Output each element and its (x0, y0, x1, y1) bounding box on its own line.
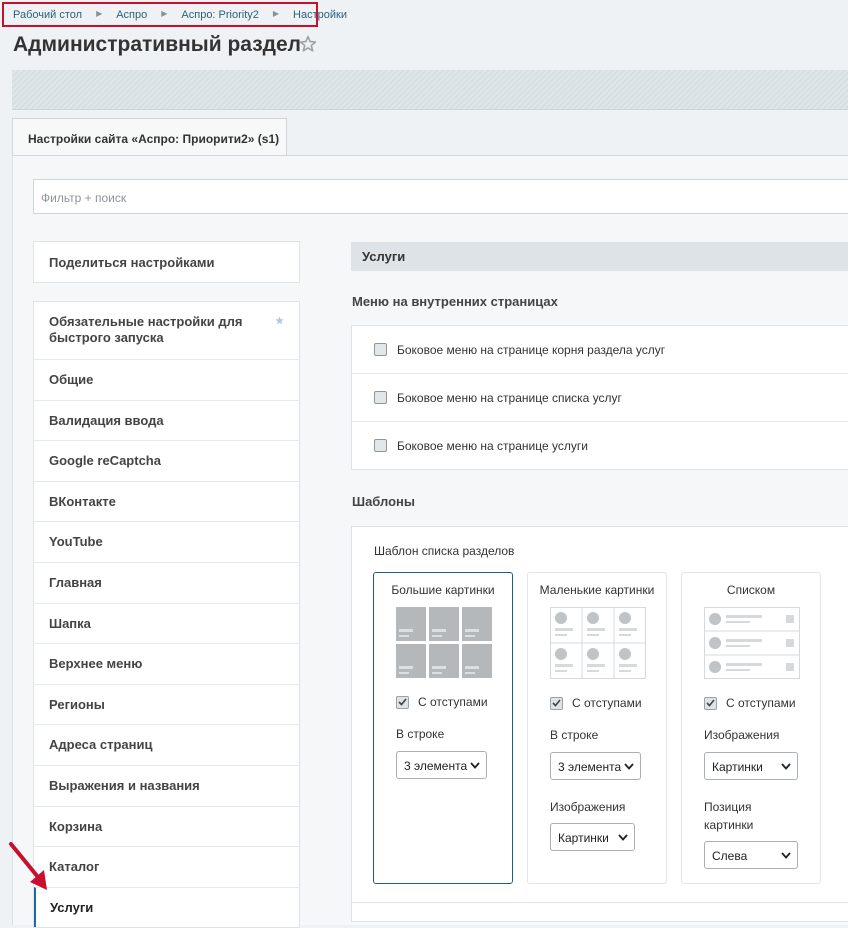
select-value: Слева (712, 849, 748, 863)
list-preview-icon (704, 607, 800, 679)
image-position-select[interactable]: Слева (704, 841, 798, 869)
padding-option[interactable]: С отступами (704, 696, 796, 710)
menu-item-label: Обязательные настройки для быстрого запу… (49, 314, 243, 345)
menu-item-catalog[interactable]: Каталог (34, 846, 299, 887)
checkbox-checked-icon[interactable] (704, 696, 717, 710)
chevron-down-icon (618, 834, 628, 841)
menu-item-recaptcha[interactable]: Google reCaptcha (34, 440, 299, 481)
option-detail-side-menu[interactable]: Боковое меню на странице услуги (352, 421, 848, 469)
chevron-down-icon (624, 763, 634, 770)
padding-label: С отступами (418, 695, 488, 709)
select-value: 3 элемента (404, 759, 468, 773)
big-images-preview-icon (396, 607, 492, 678)
menu-item-general[interactable]: Общие (34, 359, 299, 400)
images-select[interactable]: Картинки (704, 752, 798, 780)
checkbox[interactable] (374, 343, 387, 356)
card-title: Списком (726, 583, 776, 597)
menu-item-services[interactable]: Услуги (34, 886, 299, 928)
card-title: Большие картинки (391, 583, 495, 597)
share-settings-button[interactable]: Поделиться настройками (33, 241, 300, 283)
red-arrow-icon (9, 842, 47, 890)
image-position-label: Позиция картинки (704, 800, 754, 832)
row-count-select[interactable]: 3 элемента (550, 752, 641, 780)
menu-item-top-menu[interactable]: Верхнее меню (34, 643, 299, 684)
page-title: Административный раздел (13, 33, 302, 56)
menu-item-header[interactable]: Шапка (34, 602, 299, 644)
images-select[interactable]: Картинки (550, 823, 635, 851)
template-card-big-images[interactable]: Большие картинки С отступами В строке 3 … (373, 572, 513, 884)
padding-option[interactable]: С отступами (550, 696, 642, 710)
menu-item-page-urls[interactable]: Адреса страниц (34, 724, 299, 765)
padding-option[interactable]: С отступами (396, 695, 488, 709)
menu-subheading: Меню на внутренних страницах (352, 294, 558, 309)
menu-item-main[interactable]: Главная (34, 561, 299, 603)
settings-menu: Обязательные настройки для быстрого запу… (33, 301, 300, 928)
select-value: Картинки (558, 831, 609, 845)
checkbox[interactable] (374, 439, 387, 452)
menu-options-box: Боковое меню на странице корня раздела у… (351, 325, 848, 470)
select-value: Картинки (712, 760, 763, 774)
images-label: Изображения (704, 728, 780, 742)
breadcrumb-item-desktop[interactable]: Рабочий стол (13, 9, 82, 21)
padding-label: С отступами (726, 696, 796, 710)
pin-star-icon (275, 316, 284, 325)
option-label: Боковое меню на странице корня раздела у… (397, 342, 666, 357)
menu-item-vkontakte[interactable]: ВКонтакте (34, 480, 299, 522)
option-list-side-menu[interactable]: Боковое меню на странице списка услуг (352, 373, 848, 421)
padding-label: С отступами (572, 696, 642, 710)
section-header-services: Услуги (351, 242, 848, 271)
images-label: Изображения (550, 800, 626, 814)
star-icon[interactable] (298, 34, 318, 54)
breadcrumb-separator-icon: ▶ (96, 9, 103, 18)
menu-item-youtube[interactable]: YouTube (34, 521, 299, 562)
option-label: Боковое меню на странице услуги (397, 438, 588, 453)
chevron-down-icon (781, 852, 791, 859)
breadcrumb-separator-icon: ▶ (272, 9, 280, 18)
next-section-box (351, 902, 848, 922)
breadcrumb-separator-icon: ▶ (161, 9, 168, 18)
chevron-down-icon (470, 762, 480, 769)
filter-search-input[interactable]: Фильтр + поиск (33, 179, 848, 214)
template-list-label: Шаблон списка разделов (374, 544, 515, 558)
card-title: Маленькие картинки (539, 583, 655, 597)
menu-item-regions[interactable]: Регионы (34, 683, 299, 725)
checkbox[interactable] (374, 391, 387, 404)
breadcrumb: Рабочий стол ▶ Аспро ▶ Аспро: Priority2 … (2, 2, 347, 27)
checkbox-checked-icon[interactable] (396, 695, 409, 709)
breadcrumb-item-priority2[interactable]: Аспро: Priority2 (181, 9, 258, 21)
tab-site-settings[interactable]: Настройки сайта «Аспро: Приорити2» (s1) (12, 118, 287, 155)
small-images-preview-icon (550, 607, 646, 679)
menu-item-cart[interactable]: Корзина (34, 805, 299, 847)
template-card-list[interactable]: Списком С отступами Изображения Картинки… (681, 572, 821, 884)
menu-item-validation[interactable]: Валидация ввода (34, 399, 299, 441)
templates-subheading: Шаблоны (352, 494, 415, 509)
breadcrumb-item-aspro[interactable]: Аспро (116, 9, 147, 21)
breadcrumb-item-settings[interactable]: Настройки (293, 9, 347, 21)
toolbar-band (12, 70, 848, 110)
row-count-label: В строке (396, 727, 445, 741)
menu-item-phrases[interactable]: Выражения и названия (34, 764, 299, 806)
select-value: 3 элемента (558, 760, 622, 774)
row-count-label: В строке (550, 728, 599, 742)
option-label: Боковое меню на странице списка услуг (397, 390, 622, 405)
option-root-side-menu[interactable]: Боковое меню на странице корня раздела у… (352, 326, 848, 373)
row-count-select[interactable]: 3 элемента (396, 751, 487, 779)
chevron-down-icon (781, 763, 791, 770)
checkbox-checked-icon[interactable] (550, 696, 563, 710)
menu-item-quick-start[interactable]: Обязательные настройки для быстрого запу… (34, 302, 299, 359)
template-card-small-images[interactable]: Маленькие картинки С отступами В строке … (527, 572, 667, 884)
